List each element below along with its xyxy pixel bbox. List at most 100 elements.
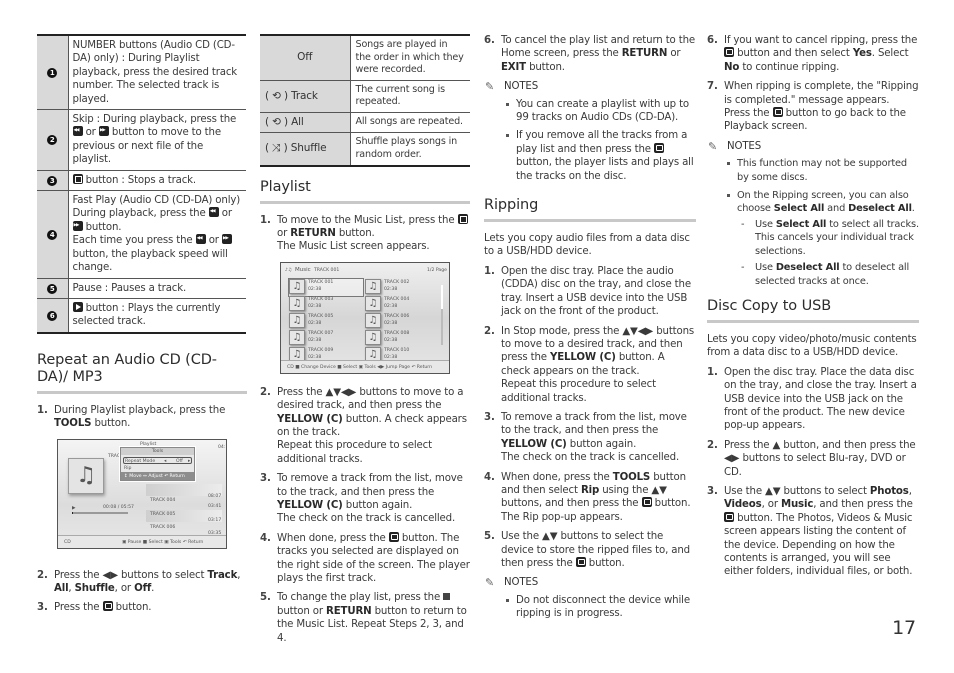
step: 3. Press the button. bbox=[37, 601, 152, 614]
number-badge: 6 bbox=[47, 310, 58, 321]
section-title: Repeat an Audio CD (CD-DA)/ MP3 bbox=[37, 352, 247, 394]
track-name: TRACK 008 bbox=[384, 330, 410, 336]
track-duration: 02:38 bbox=[308, 320, 322, 326]
note-item: You can create a playlist with up to 99 … bbox=[506, 98, 696, 125]
screen-footer: CD ▣ Pause ■ Select ▣ Tools ↶ Return bbox=[58, 534, 226, 548]
step: 5. Use the ▲▼ buttons to select the devi… bbox=[484, 531, 690, 569]
music-track-cell[interactable]: ♫ TRACK 004 02:38 bbox=[365, 295, 439, 313]
skip-back-icon bbox=[72, 126, 83, 137]
table-row: 2 Skip : During playback, press the or b… bbox=[37, 109, 246, 171]
music-note-icon: ♫ bbox=[289, 278, 305, 294]
ripping-section: Ripping Lets you copy audio files from a… bbox=[484, 197, 696, 620]
table-row: Off Songs are played in the order in whi… bbox=[260, 33, 470, 81]
music-note-icon: ♫ bbox=[365, 329, 381, 345]
section-title: Disc Copy to USB bbox=[707, 298, 919, 323]
step: 1. Open the disc tray. Place the audio (… bbox=[484, 265, 691, 318]
enter-icon bbox=[724, 47, 734, 58]
page-number: 17 bbox=[892, 617, 916, 639]
track-duration: 02:38 bbox=[384, 286, 398, 292]
note-item: On the Ripping screen, you can also choo… bbox=[727, 189, 919, 288]
fast-forward-icon bbox=[72, 220, 83, 231]
repeat-section: Repeat an Audio CD (CD-DA)/ MP3 1. Durin… bbox=[37, 352, 247, 615]
key-description: button : Plays the currently selected tr… bbox=[68, 297, 246, 334]
disc-copy-section: Disc Copy to USB Lets you copy video/pho… bbox=[707, 298, 919, 579]
music-track-cell[interactable]: ♫ TRACK 001 02:38 bbox=[288, 277, 364, 297]
track-duration: 02:38 bbox=[384, 320, 398, 326]
repeat-one-icon: ⟲ bbox=[272, 89, 281, 102]
number-badge: 1 bbox=[47, 67, 58, 78]
music-track-cell[interactable]: ♫ TRACK 002 02:38 bbox=[365, 278, 439, 296]
step: 6. If you want to cancel ripping, press … bbox=[707, 35, 918, 73]
number-badge: 4 bbox=[47, 229, 58, 240]
step: 1. Open the disc tray. Place the data di… bbox=[707, 366, 917, 432]
music-note-icon: ♫ bbox=[365, 312, 381, 328]
stop-icon bbox=[72, 173, 83, 184]
step: 7. When ripping is complete, the "Rippin… bbox=[707, 81, 919, 133]
key-description: Pause : Pauses a track. bbox=[68, 277, 246, 299]
notes-heading: ✎ NOTES bbox=[485, 80, 539, 94]
step: 3. To remove a track from the list, move… bbox=[484, 411, 687, 464]
step: 1. To move to the Music List, press the … bbox=[260, 213, 470, 254]
music-track-cell[interactable]: ♫ TRACK 007 02:38 bbox=[289, 329, 363, 347]
column-2: Off Songs are played in the order in whi… bbox=[260, 33, 470, 651]
repeat-modes-table: Off Songs are played in the order in whi… bbox=[260, 33, 470, 167]
tools-menu-screenshot: Playlist TRACK 001 ♫ 08:07 TRACK 004 03:… bbox=[57, 438, 227, 549]
sub-note-item: Use Select All to select all tracks. Thi… bbox=[741, 218, 919, 258]
enter-icon bbox=[388, 531, 399, 542]
enter-icon bbox=[772, 107, 783, 118]
stop-icon bbox=[443, 593, 451, 601]
note-item: If you remove all the tracks from a play… bbox=[506, 129, 696, 183]
number-badge: 5 bbox=[47, 283, 58, 294]
step: 6. To cancel the play list and return to… bbox=[484, 35, 695, 73]
step: 2. Press the ▲ button, and then press th… bbox=[707, 439, 916, 478]
pencil-icon: ✎ bbox=[485, 576, 495, 590]
play-indicator-icon: ▶ bbox=[72, 505, 76, 511]
track-name: TRACK 009 bbox=[308, 347, 334, 353]
column-4: 6. If you want to cancel ripping, press … bbox=[707, 34, 919, 585]
music-track-cell[interactable]: ♫ TRACK 005 02:38 bbox=[289, 312, 363, 330]
music-note-icon: ♫ bbox=[289, 295, 305, 311]
column-1: 1 NUMBER buttons (Audio CD (CD-DA) only)… bbox=[37, 34, 247, 621]
track-name: TRACK 006 bbox=[384, 313, 410, 319]
remote-keys-table: 1 NUMBER buttons (Audio CD (CD-DA) only)… bbox=[37, 34, 246, 334]
music-note-icon: ♫ bbox=[68, 457, 104, 494]
music-list-screenshot: ♪♫ Music TRACK 001 1/2 Page ♫ TRACK 001 02… bbox=[280, 261, 450, 374]
section-title: Playlist bbox=[260, 179, 470, 204]
enter-icon bbox=[575, 557, 586, 567]
music-track-cell[interactable]: ♫ TRACK 003 02:38 bbox=[289, 295, 363, 313]
screen-footer: CD ■ Change Device ■ Select ▣ Tools ◀▶ J… bbox=[281, 359, 449, 373]
track-name: TRACK 005 bbox=[308, 313, 334, 319]
music-track-cell[interactable]: ♫ TRACK 008 02:38 bbox=[365, 329, 439, 347]
track-duration: 02:38 bbox=[308, 286, 322, 292]
key-description: NUMBER buttons (Audio CD (CD-DA) only) :… bbox=[68, 34, 246, 111]
step: 5. To change the play list, press the bu… bbox=[260, 592, 467, 644]
step: 2. Press the ◀▶ buttons to select Track,… bbox=[37, 569, 241, 594]
step: 2. In Stop mode, press the ▲▼◀▶ buttons … bbox=[484, 325, 695, 404]
pencil-icon: ✎ bbox=[485, 80, 495, 94]
rewind-icon bbox=[195, 234, 206, 245]
music-note-icon: ♫ bbox=[365, 278, 381, 294]
track-name: TRACK 001 bbox=[308, 279, 334, 285]
scrollbar[interactable] bbox=[441, 284, 443, 345]
track-name: TRACK 010 bbox=[384, 347, 410, 353]
table-row: 5 Pause : Pauses a track. bbox=[37, 277, 246, 299]
table-row: ( ⤨ ) Shuffle Shuffle plays songs in ran… bbox=[260, 132, 470, 167]
section-title: Ripping bbox=[484, 197, 696, 223]
step: 3. Use the ▲▼ buttons to select Photos, … bbox=[707, 485, 913, 578]
pencil-icon: ✎ bbox=[708, 139, 718, 153]
step: 1. During Playlist playback, press the T… bbox=[37, 404, 226, 430]
step: 4. When done, press the button. The trac… bbox=[260, 531, 470, 585]
table-row: 6 button : Plays the currently selected … bbox=[37, 297, 246, 334]
playback-progress bbox=[72, 511, 128, 514]
number-badge: 3 bbox=[47, 175, 58, 186]
key-description: button : Stops a track. bbox=[68, 169, 246, 192]
rip-option[interactable]: Rip bbox=[124, 466, 131, 471]
table-row: 1 NUMBER buttons (Audio CD (CD-DA) only)… bbox=[37, 34, 246, 111]
step: 3. To remove a track from the list, move… bbox=[260, 473, 463, 525]
track-duration: 02:38 bbox=[384, 337, 398, 343]
music-track-cell[interactable]: ♫ TRACK 006 02:38 bbox=[365, 312, 439, 330]
repeat-mode-option[interactable]: Repeat Mode ◂ Off ▸ bbox=[123, 456, 192, 464]
table-row: ( ⟲ ) All All songs are repeated. bbox=[260, 111, 470, 134]
enter-icon bbox=[724, 511, 734, 522]
track-duration: 02:38 bbox=[384, 303, 398, 309]
